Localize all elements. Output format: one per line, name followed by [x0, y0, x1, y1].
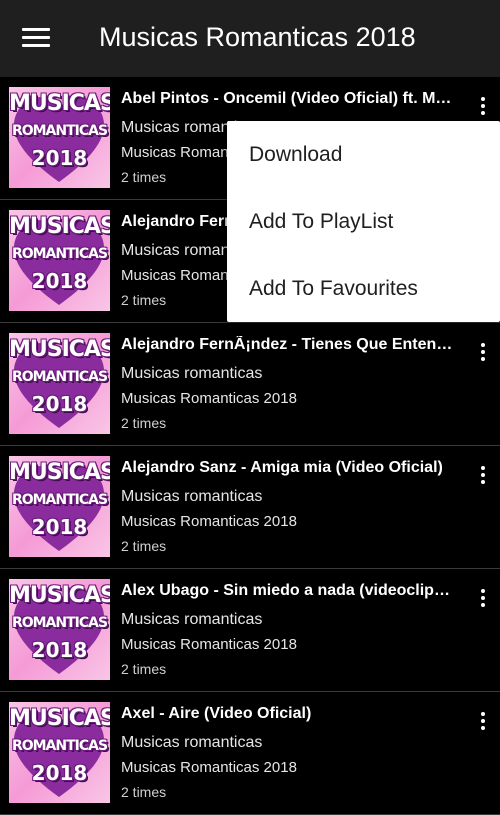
thumb-line2: ROMANTICAS	[11, 738, 108, 754]
album-art-thumbnail: MUSICAS ROMANTICAS 2018	[9, 210, 110, 311]
play-count: 2 times	[121, 292, 167, 308]
song-artist: Musicas romanticas	[121, 611, 263, 628]
app-title: Musicas Romanticas 2018	[99, 22, 416, 52]
thumb-line1: MUSICAS	[9, 706, 110, 731]
song-album: Musicas Romanticas 2018	[121, 759, 297, 776]
thumb-line2: ROMANTICAS	[11, 615, 108, 631]
play-count: 2 times	[121, 415, 167, 431]
song-title: Alejandro Sanz - Amiga mia (Video Oficia…	[121, 459, 443, 476]
play-count: 2 times	[121, 169, 167, 185]
menu-item-label: Add To PlayList	[249, 210, 394, 233]
song-row[interactable]: MUSICAS ROMANTICAS 2018 Axel - Aire (Vid…	[0, 692, 500, 815]
album-art-thumbnail: MUSICAS ROMANTICAS 2018	[9, 333, 110, 434]
song-album: Musicas Romanticas 2018	[121, 390, 297, 407]
menu-item-label: Add To Favourites	[249, 277, 418, 300]
hamburger-menu-icon[interactable]	[22, 26, 52, 48]
more-options-icon[interactable]	[474, 341, 492, 363]
overflow-popup-menu: Download Add To PlayList Add To Favourit…	[227, 121, 500, 322]
song-artist: Musicas romanticas	[121, 365, 263, 382]
song-row[interactable]: MUSICAS ROMANTICAS 2018 Alejandro FernÃ¡…	[0, 323, 500, 446]
menu-item-label: Download	[249, 143, 343, 166]
more-options-icon[interactable]	[474, 464, 492, 486]
album-art-thumbnail: MUSICAS ROMANTICAS 2018	[9, 456, 110, 557]
menu-item-add-to-favourites[interactable]: Add To Favourites	[227, 256, 500, 323]
thumb-line1: MUSICAS	[9, 214, 110, 239]
thumb-line3: 2018	[31, 761, 88, 785]
thumb-line3: 2018	[31, 392, 88, 416]
play-count: 2 times	[121, 661, 167, 677]
album-art-thumbnail: MUSICAS ROMANTICAS 2018	[9, 87, 110, 188]
song-row[interactable]: MUSICAS ROMANTICAS 2018 Alejandro Sanz -…	[0, 446, 500, 569]
song-artist: Musicas romanticas	[121, 488, 263, 505]
thumb-line3: 2018	[31, 515, 88, 539]
more-options-icon[interactable]	[474, 710, 492, 732]
thumb-line2: ROMANTICAS	[11, 123, 108, 139]
song-title: Alex Ubago - Sin miedo a nada (videoclip…	[121, 582, 453, 599]
song-title: Abel Pintos - Oncemil (Video Oficial) ft…	[121, 90, 453, 107]
song-row[interactable]: MUSICAS ROMANTICAS 2018 Alex Ubago - Sin…	[0, 569, 500, 692]
thumb-line1: MUSICAS	[9, 91, 110, 116]
song-artist: Musicas romanticas	[121, 734, 263, 751]
thumb-line2: ROMANTICAS	[11, 369, 108, 385]
thumb-line2: ROMANTICAS	[11, 246, 108, 262]
album-art-thumbnail: MUSICAS ROMANTICAS 2018	[9, 579, 110, 680]
song-title: Alejandro FernÃ¡ndez - Tienes Que Entend…	[121, 336, 453, 353]
song-album: Musicas Romanticas 2018	[121, 513, 297, 530]
thumb-line3: 2018	[31, 638, 88, 662]
thumb-line1: MUSICAS	[9, 460, 110, 485]
more-options-icon[interactable]	[474, 95, 492, 117]
thumb-line1: MUSICAS	[9, 337, 110, 362]
thumb-line3: 2018	[31, 146, 88, 170]
album-art-thumbnail: MUSICAS ROMANTICAS 2018	[9, 702, 110, 803]
more-options-icon[interactable]	[474, 587, 492, 609]
thumb-line3: 2018	[31, 269, 88, 293]
menu-item-download[interactable]: Download	[227, 122, 500, 189]
song-title: Axel - Aire (Video Oficial)	[121, 705, 312, 722]
menu-item-add-to-playlist[interactable]: Add To PlayList	[227, 189, 500, 256]
thumb-line1: MUSICAS	[9, 583, 110, 608]
thumb-line2: ROMANTICAS	[11, 492, 108, 508]
app-bar: Musicas Romanticas 2018	[0, 0, 500, 77]
play-count: 2 times	[121, 784, 167, 800]
song-album: Musicas Romanticas 2018	[121, 636, 297, 653]
play-count: 2 times	[121, 538, 167, 554]
